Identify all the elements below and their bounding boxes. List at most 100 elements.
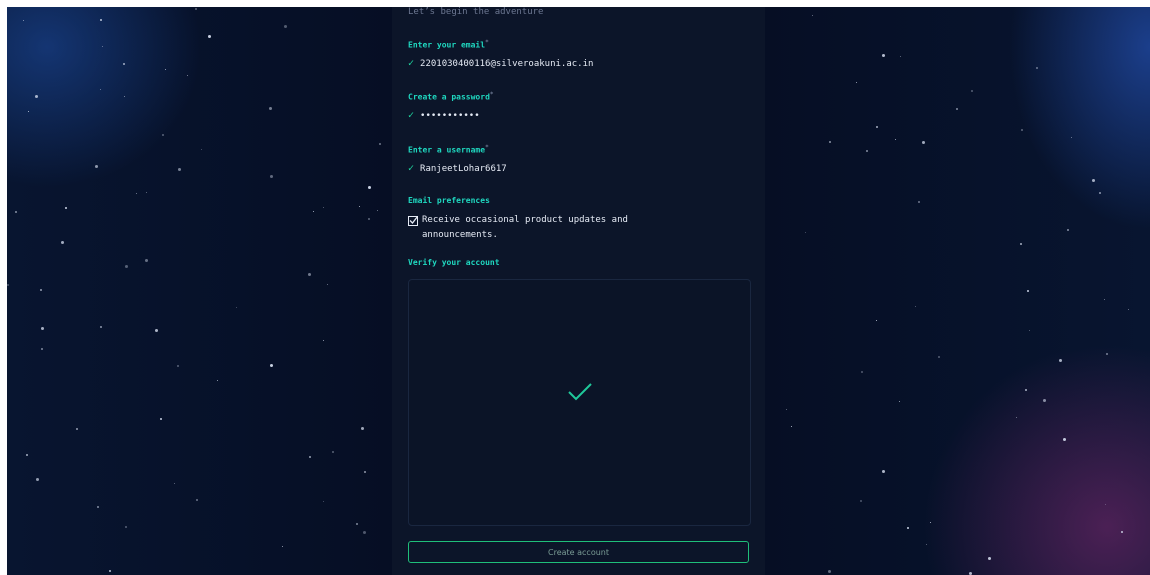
star — [379, 143, 381, 145]
star — [876, 126, 878, 128]
star — [938, 356, 940, 358]
star — [876, 320, 877, 321]
star — [124, 96, 125, 97]
password-value: ••••••••••• — [420, 110, 480, 121]
star — [102, 46, 103, 47]
star — [332, 451, 334, 453]
tagline: Let’s begin the adventure — [408, 7, 544, 17]
star — [125, 526, 127, 528]
star — [136, 193, 137, 194]
check-icon: ✓ — [408, 110, 415, 121]
star — [895, 139, 896, 140]
preferences-label: Email preferences — [408, 196, 490, 205]
star — [900, 56, 901, 57]
star — [270, 364, 273, 367]
star — [899, 401, 900, 402]
email-field[interactable]: ✓ 2201030400116@silveroakuni.ac.in — [408, 58, 593, 69]
star — [40, 289, 42, 291]
star — [208, 35, 211, 38]
checkbox-check-icon — [409, 216, 419, 224]
star — [28, 111, 29, 112]
star — [922, 141, 925, 144]
username-field[interactable]: ✓ RanjeetLohar6617 — [408, 163, 507, 174]
password-label-text: Create a password — [408, 92, 490, 102]
star — [882, 470, 885, 473]
password-label: Create a password* — [408, 91, 494, 102]
star — [860, 500, 862, 502]
star — [1099, 192, 1101, 194]
verification-widget[interactable] — [408, 279, 751, 526]
updates-checkbox[interactable] — [408, 216, 419, 226]
email-value: 2201030400116@silveroakuni.ac.in — [420, 58, 594, 69]
updates-checkbox-label[interactable]: Receive occasional product updates and a… — [422, 213, 708, 243]
star — [36, 478, 39, 481]
star — [368, 186, 371, 189]
star — [1121, 531, 1123, 533]
username-label: Enter a username* — [408, 144, 489, 155]
star — [1016, 417, 1017, 418]
star — [1059, 359, 1062, 362]
star — [1036, 67, 1038, 69]
required-mark: * — [485, 39, 489, 46]
star — [1071, 137, 1072, 138]
star — [165, 69, 166, 70]
star — [1128, 309, 1129, 310]
star — [35, 95, 38, 98]
star — [323, 340, 324, 341]
star — [100, 19, 102, 21]
star — [323, 207, 324, 208]
star — [160, 418, 162, 420]
star — [1020, 243, 1022, 245]
star — [123, 63, 125, 65]
star — [1063, 438, 1066, 441]
star — [1105, 504, 1106, 505]
star — [918, 201, 920, 203]
star — [791, 426, 792, 427]
star — [377, 210, 378, 211]
star — [162, 134, 164, 136]
star — [1104, 299, 1105, 300]
email-preferences-option: Receive occasional product updates and a… — [408, 213, 708, 243]
star — [882, 54, 885, 57]
create-account-button[interactable]: Create account — [408, 541, 749, 563]
starfield-background: Let’s begin the adventure Enter your ema… — [7, 7, 1150, 575]
star — [145, 259, 148, 262]
star — [812, 15, 813, 16]
star — [1025, 389, 1027, 391]
star — [7, 284, 9, 286]
star — [1029, 330, 1030, 331]
star — [828, 570, 831, 573]
star — [125, 265, 128, 268]
star — [356, 523, 358, 525]
star — [97, 506, 99, 508]
star — [363, 531, 366, 534]
username-label-text: Enter a username — [408, 145, 486, 155]
check-icon: ✓ — [408, 163, 415, 174]
email-label-text: Enter your email — [408, 40, 486, 50]
star — [915, 306, 916, 307]
star — [971, 90, 973, 92]
star — [174, 483, 175, 484]
star — [308, 273, 311, 276]
check-icon: ✓ — [408, 58, 415, 69]
star — [866, 150, 868, 152]
star — [284, 25, 287, 28]
star — [146, 192, 147, 193]
star — [856, 82, 857, 83]
checkmark-icon — [568, 383, 592, 401]
email-label: Enter your email* — [408, 39, 489, 50]
star — [359, 206, 360, 207]
star — [956, 108, 958, 110]
star — [217, 380, 218, 381]
star — [1021, 129, 1023, 131]
star — [95, 165, 98, 168]
password-field[interactable]: ✓ ••••••••••• — [408, 110, 480, 121]
required-mark: * — [485, 144, 489, 151]
star — [361, 427, 364, 430]
star — [155, 329, 158, 332]
star — [65, 207, 67, 209]
username-value: RanjeetLohar6617 — [420, 163, 507, 174]
star — [109, 570, 111, 572]
star — [26, 454, 28, 456]
star — [313, 211, 314, 212]
